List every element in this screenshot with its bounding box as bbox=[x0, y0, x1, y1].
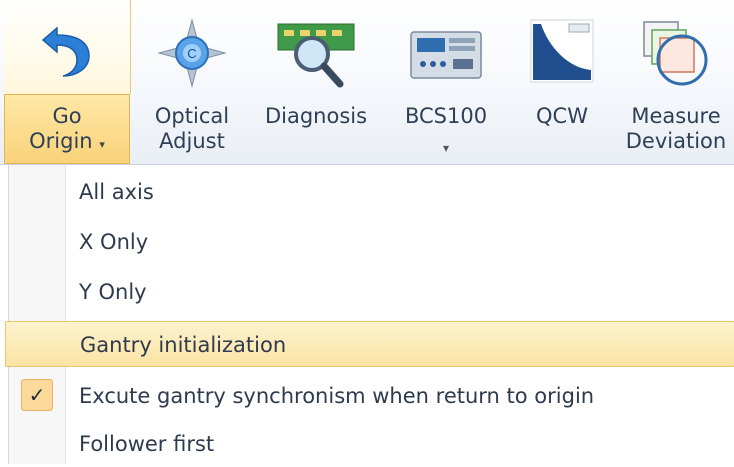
checkmark-icon: ✓ bbox=[21, 379, 53, 411]
measure-deviation-label-line1: Measure bbox=[631, 104, 721, 128]
bcs100-label: BCS100 bbox=[404, 104, 488, 128]
menu-item-label: Excute gantry synchronism when return to… bbox=[79, 384, 595, 408]
optical-adjust-label-line2: Adjust bbox=[159, 129, 225, 153]
magnifier-circuit-icon bbox=[277, 23, 355, 88]
menu-item-y-only[interactable]: Y Only bbox=[9, 269, 734, 315]
menu-item-all-axis[interactable]: All axis bbox=[9, 169, 734, 215]
go-origin-dropdown-menu: All axis X Only Y Only Gantry initializa… bbox=[5, 165, 734, 467]
bcs100-button[interactable]: BCS100 ▾ bbox=[392, 6, 500, 162]
svg-text:C: C bbox=[187, 46, 196, 61]
chevron-down-icon: ▾ bbox=[99, 138, 105, 151]
menu-item-execute-gantry-sync[interactable]: ✓ Excute gantry synchronism when return … bbox=[9, 373, 734, 419]
diagnosis-button[interactable]: Diagnosis bbox=[252, 6, 380, 162]
go-origin-label-line1: Go bbox=[52, 104, 82, 128]
compass-icon: C bbox=[157, 18, 227, 88]
optical-adjust-label-line1: Optical bbox=[154, 104, 230, 128]
menu-item-gantry-initialization[interactable]: Gantry initialization bbox=[5, 321, 734, 367]
diagnosis-label: Diagnosis bbox=[264, 104, 368, 128]
measure-deviation-label-line2: Deviation bbox=[625, 129, 727, 153]
go-origin-button[interactable]: Go Origin ▾ bbox=[4, 0, 131, 164]
undo-arrow-icon bbox=[41, 26, 90, 77]
menu-item-label: Y Only bbox=[79, 280, 147, 304]
menu-item-label: Follower first bbox=[79, 432, 215, 456]
qcw-label: QCW bbox=[536, 104, 588, 128]
go-origin-label-line2: Origin bbox=[29, 129, 93, 153]
qcw-curve-icon bbox=[530, 19, 594, 83]
controller-panel-icon bbox=[410, 31, 482, 79]
qcw-button[interactable]: QCW bbox=[514, 6, 610, 162]
menu-item-follower-first[interactable]: Follower first bbox=[9, 421, 734, 467]
layers-target-icon bbox=[643, 21, 708, 86]
menu-item-label: X Only bbox=[79, 230, 149, 254]
measure-deviation-button[interactable]: Measure Deviation bbox=[618, 6, 734, 162]
menu-item-x-only[interactable]: X Only bbox=[9, 219, 734, 265]
ribbon-toolbar: Go Origin ▾ C Optical Adjust Diagnosis B… bbox=[0, 0, 734, 165]
optical-adjust-button[interactable]: C Optical Adjust bbox=[140, 6, 244, 162]
chevron-down-icon: ▾ bbox=[442, 141, 450, 155]
menu-item-label: Gantry initialization bbox=[80, 333, 287, 357]
menu-item-label: All axis bbox=[79, 180, 154, 204]
